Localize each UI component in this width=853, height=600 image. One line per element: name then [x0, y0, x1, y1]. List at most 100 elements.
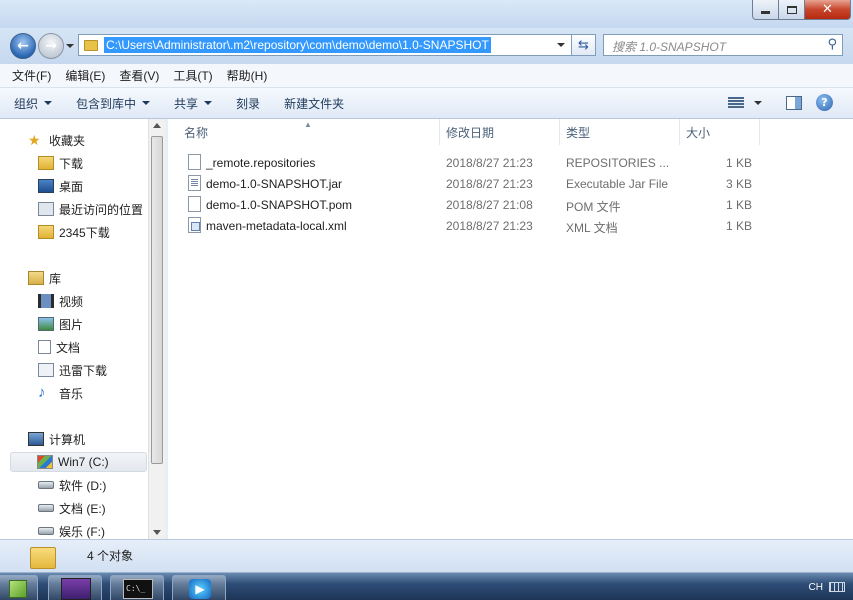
music-icon: ♪: [38, 384, 46, 401]
column-header-type[interactable]: 类型: [560, 119, 680, 145]
navigation-scrollbar[interactable]: [148, 119, 165, 539]
file-name: maven-metadata-local.xml: [206, 219, 347, 233]
nav-item-videos[interactable]: 视频: [38, 291, 83, 311]
downloads-folder-icon: [38, 156, 54, 170]
close-button[interactable]: ✕: [805, 0, 851, 20]
file-modified: 2018/8/27 21:23: [446, 219, 533, 233]
include-in-library-button[interactable]: 包含到库中: [76, 95, 151, 112]
nav-item-downloads[interactable]: 下载: [38, 153, 83, 173]
preview-pane-icon[interactable]: [786, 95, 802, 110]
scroll-up-icon[interactable]: [153, 123, 161, 128]
nav-item-label: 迅雷下载: [59, 363, 108, 378]
scroll-down-icon[interactable]: [153, 530, 161, 535]
file-size: 1 KB: [726, 219, 753, 233]
nav-item-desktop[interactable]: 桌面: [38, 176, 83, 196]
address-bar[interactable]: C:\Users\Administrator\.m2\repository\co…: [78, 34, 572, 56]
notepad-plus-plus-icon: [9, 580, 27, 598]
nav-computer[interactable]: 计算机: [28, 429, 85, 449]
nav-item-drive-f[interactable]: 娱乐 (F:): [38, 521, 105, 541]
chevron-down-icon: [204, 101, 213, 105]
help-icon[interactable]: ?: [816, 94, 833, 111]
xml-file-icon: [188, 217, 201, 233]
column-name-label: 名称: [184, 125, 209, 140]
nav-item-documents[interactable]: 文档: [38, 337, 80, 357]
nav-item-label: Win7 (C:): [58, 455, 109, 469]
address-path[interactable]: C:\Users\Administrator\.m2\repository\co…: [104, 37, 491, 53]
nav-item-pictures[interactable]: 图片: [38, 314, 83, 334]
forward-button[interactable]: →: [38, 33, 64, 59]
maximize-icon: [786, 5, 797, 14]
scrollbar-thumb[interactable]: [151, 136, 163, 464]
file-icon: [188, 196, 201, 212]
recent-pages-dropdown[interactable]: [66, 44, 74, 48]
back-button[interactable]: ←: [10, 33, 36, 59]
toolbar-right: ?: [728, 94, 833, 111]
command-prompt-icon: C:\_: [123, 579, 153, 599]
refresh-icon: ⇆: [578, 37, 589, 53]
folder-icon: [84, 39, 98, 51]
menu-help[interactable]: 帮助(H): [227, 67, 268, 84]
file-list: 名称 ▲ 修改日期 类型 大小 _remote.repositories 201…: [168, 119, 853, 539]
taskbar-app-eclipse[interactable]: [48, 575, 102, 600]
nav-item-recent-places[interactable]: 最近访问的位置: [38, 199, 143, 219]
file-row[interactable]: maven-metadata-local.xml 2018/8/27 21:23…: [168, 216, 768, 237]
menu-view[interactable]: 查看(V): [119, 67, 159, 84]
navigation-pane: ★ 收藏夹 下载 桌面 最近访问的位置 2345下载 库 视频 图片 文档 迅雷…: [0, 119, 148, 539]
chevron-down-icon: [142, 101, 151, 105]
taskbar-app-command-prompt[interactable]: C:\_: [110, 575, 164, 600]
nav-item-music[interactable]: ♪ 音乐: [38, 383, 83, 403]
keyboard-icon[interactable]: [829, 582, 845, 592]
burn-button[interactable]: 刻录: [236, 95, 260, 112]
file-row[interactable]: demo-1.0-SNAPSHOT.jar 2018/8/27 21:23 Ex…: [168, 174, 768, 195]
documents-icon: [38, 340, 51, 354]
folder-icon: [30, 547, 56, 569]
column-header-name[interactable]: 名称 ▲: [168, 119, 440, 145]
taskbar-app-media-player[interactable]: ▶: [172, 575, 226, 600]
desktop-icon: [38, 179, 54, 193]
hard-drive-icon: [38, 504, 54, 512]
input-method-indicator[interactable]: CH: [809, 582, 823, 593]
change-view-button[interactable]: [728, 96, 762, 109]
menu-tools[interactable]: 工具(T): [173, 67, 212, 84]
nav-item-thunder-downloads[interactable]: 迅雷下载: [38, 360, 107, 380]
maximize-button[interactable]: [779, 0, 805, 20]
menu-edit[interactable]: 编辑(E): [65, 67, 105, 84]
nav-item-label: 文档: [56, 340, 81, 355]
nav-item-label: 最近访问的位置: [59, 202, 144, 217]
search-icon[interactable]: ⚲: [827, 37, 837, 52]
search-placeholder: 搜索 1.0-SNAPSHOT: [612, 40, 727, 54]
menu-bar: 文件(F) 编辑(E) 查看(V) 工具(T) 帮助(H): [0, 64, 853, 88]
file-row[interactable]: _remote.repositories 2018/8/27 21:23 REP…: [168, 153, 768, 174]
windows-drive-icon: [37, 455, 53, 469]
address-row: ← → C:\Users\Administrator\.m2\repositor…: [0, 28, 853, 64]
taskbar-app-notepad-plus-plus[interactable]: [0, 575, 38, 600]
menu-file[interactable]: 文件(F): [12, 67, 51, 84]
nav-item-label: 视频: [59, 294, 84, 309]
share-button[interactable]: 共享: [174, 95, 213, 112]
nav-favorites[interactable]: ★ 收藏夹: [28, 130, 85, 150]
search-input[interactable]: 搜索 1.0-SNAPSHOT ⚲: [603, 34, 843, 56]
thunder-downloads-icon: [38, 363, 54, 377]
nav-item-drive-d[interactable]: 软件 (D:): [38, 475, 106, 495]
nav-item-label: 文档 (E:): [59, 501, 106, 516]
column-header-size[interactable]: 大小: [680, 119, 760, 145]
media-player-icon: ▶: [189, 579, 211, 599]
organize-button[interactable]: 组织: [14, 95, 53, 112]
nav-item-label: 图片: [59, 317, 84, 332]
organize-label: 组织: [14, 96, 39, 111]
address-dropdown-icon[interactable]: [557, 43, 565, 47]
nav-item-drive-e[interactable]: 文档 (E:): [38, 498, 106, 518]
file-type: Executable Jar File: [566, 177, 669, 191]
nav-libraries[interactable]: 库: [28, 268, 61, 288]
nav-item-drive-c[interactable]: Win7 (C:): [10, 452, 147, 472]
nav-item-2345-downloads[interactable]: 2345下载: [38, 222, 110, 242]
column-header-modified[interactable]: 修改日期: [440, 119, 560, 145]
pictures-icon: [38, 317, 54, 331]
file-name: demo-1.0-SNAPSHOT.pom: [206, 198, 353, 212]
item-count: 4 个对象: [87, 549, 134, 563]
chevron-down-icon: [44, 101, 53, 105]
new-folder-button[interactable]: 新建文件夹: [284, 95, 344, 112]
minimize-button[interactable]: [752, 0, 779, 20]
file-row[interactable]: demo-1.0-SNAPSHOT.pom 2018/8/27 21:08 PO…: [168, 195, 768, 216]
refresh-button[interactable]: ⇆: [572, 34, 596, 56]
